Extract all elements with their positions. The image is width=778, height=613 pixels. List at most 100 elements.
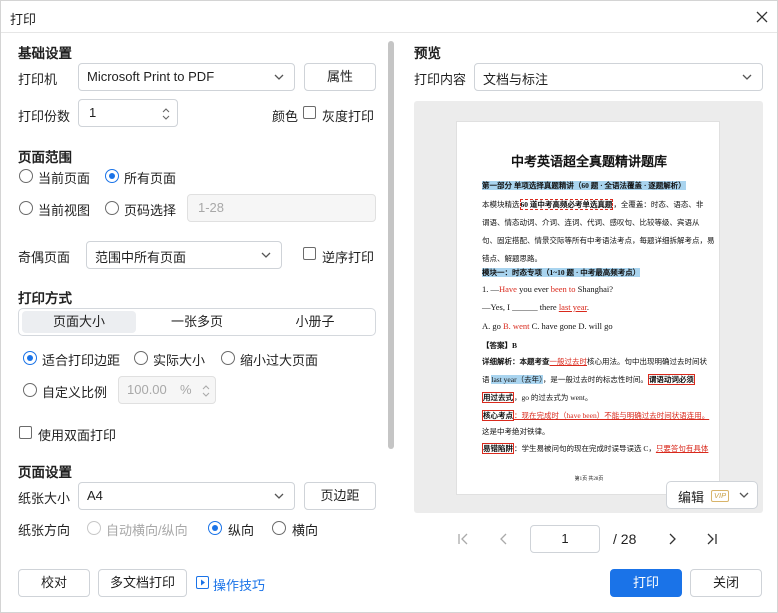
current-view-radio[interactable] — [19, 201, 33, 215]
orientation-label: 纸张方向 — [18, 523, 71, 538]
edit-label: 编辑 — [678, 490, 705, 505]
print-content-value: 文档与标注 — [483, 72, 549, 87]
reverse-label: 逆序打印 — [322, 250, 375, 265]
current-page-label: 当前页面 — [38, 171, 91, 186]
left-panel-scrollbar[interactable] — [388, 41, 394, 449]
doc-red-text: B. went — [503, 321, 530, 331]
doc-text: . — [586, 302, 590, 312]
chevron-down-icon — [261, 252, 271, 258]
doc-text: ：学生易被问句的现在完成时误导误选 C， — [514, 444, 656, 453]
custom-scale-label: 自定义比例 — [42, 385, 108, 400]
doc-box: 易错陷阱 — [482, 443, 514, 454]
stepper-arrows-icon[interactable] — [161, 105, 171, 123]
print-mode-title: 打印方式 — [18, 291, 72, 306]
stepper-arrows-icon[interactable] — [201, 382, 211, 400]
page-range-title: 页面范围 — [18, 150, 72, 165]
all-pages-label: 所有页面 — [124, 171, 177, 186]
scale-input[interactable]: 100.00 % — [118, 376, 216, 404]
grayscale-label: 灰度打印 — [322, 109, 375, 124]
doc-line-3: 谓语、情态动词、介词、连词、代词、感叹句、比较等级、宾语从 — [482, 218, 700, 227]
next-page-icon[interactable] — [665, 532, 679, 546]
all-pages-radio[interactable] — [105, 169, 119, 183]
paper-size-select[interactable]: A4 — [78, 482, 295, 510]
print-button[interactable]: 打印 — [610, 569, 682, 597]
print-dialog: 打印 基础设置 打印机 Microsoft Print to PDF 属性 打印… — [0, 0, 778, 613]
current-view-label: 当前视图 — [38, 203, 91, 218]
page-number-value: 1 — [561, 531, 569, 546]
doc-text: A. go — [482, 321, 504, 331]
doc-text: 本模块精选 — [482, 200, 520, 209]
printer-select[interactable]: Microsoft Print to PDF — [78, 63, 295, 91]
shrink-large-radio[interactable] — [221, 351, 235, 365]
doc-text: 核心用法。句中出现明确过去时间状 — [587, 357, 707, 366]
doc-title: 中考英语超全真题精讲题库 — [510, 154, 667, 169]
odd-even-label: 奇偶页面 — [18, 250, 71, 265]
current-page-radio[interactable] — [19, 169, 33, 183]
copies-value: 1 — [89, 105, 97, 120]
tab-page-size[interactable]: 页面大小 — [22, 311, 136, 333]
proofread-button[interactable]: 校对 — [18, 569, 90, 597]
page-select-radio[interactable] — [105, 201, 119, 215]
doc-text: ，go 的过去式为 went。 — [514, 393, 593, 402]
fit-margin-radio[interactable] — [23, 351, 37, 365]
page-range-input[interactable]: 1-28 — [187, 194, 376, 222]
chevron-down-icon — [274, 493, 284, 499]
page-total: / 28 — [613, 531, 637, 547]
doc-line-4: 句、固定搭配、情景交际等所有中考语法考点，每题详细拆解考点，易 — [482, 236, 715, 245]
shrink-large-label: 缩小过大页面 — [240, 353, 319, 368]
doc-text: ，全覆盖：时态、语态、非 — [613, 200, 704, 209]
paper-size-value: A4 — [87, 488, 103, 503]
actual-size-label: 实际大小 — [153, 353, 206, 368]
actual-size-radio[interactable] — [134, 351, 148, 365]
edit-button[interactable]: 编辑 VIP — [666, 481, 758, 509]
grayscale-checkbox[interactable] — [303, 106, 316, 119]
custom-scale-radio[interactable] — [23, 383, 37, 397]
preview-title: 预览 — [414, 46, 441, 61]
last-page-icon[interactable] — [705, 532, 719, 546]
close-button[interactable]: 关闭 — [690, 569, 762, 597]
orient-portrait-radio[interactable] — [208, 521, 222, 535]
scale-unit: % — [180, 382, 192, 397]
page-number-input[interactable]: 1 — [530, 525, 600, 553]
multi-doc-print-button[interactable]: 多文档打印 — [98, 569, 187, 597]
tab-multi-page[interactable]: 一张多页 — [140, 311, 254, 333]
vip-badge: VIP — [711, 490, 730, 502]
page-setup-title: 页面设置 — [18, 465, 72, 480]
doc-line-6: 模块一：时态专项（1~10 题 · 中考最高频考点） — [482, 268, 641, 277]
first-page-icon[interactable] — [456, 532, 470, 546]
print-mode-tabs: 页面大小 一张多页 小册子 — [18, 308, 376, 336]
reverse-checkbox[interactable] — [303, 247, 316, 260]
doc-box: 用过去式 — [482, 392, 514, 403]
odd-even-select[interactable]: 范围中所有页面 — [86, 241, 282, 269]
doc-text: 语 — [482, 375, 492, 384]
close-icon[interactable] — [751, 6, 773, 28]
orient-auto-radio[interactable] — [87, 521, 101, 535]
doc-text: you ever — [516, 284, 551, 294]
orient-auto-label: 自动横向/纵向 — [106, 523, 188, 538]
doc-box: 谓语动词必须 — [647, 374, 695, 385]
doc-red-text: 一般过去时 — [549, 357, 588, 366]
doc-text: 1. — — [482, 284, 499, 294]
duplex-checkbox[interactable] — [19, 426, 32, 439]
doc-text: Shanghai? — [575, 284, 614, 294]
duplex-label: 使用双面打印 — [38, 428, 117, 443]
doc-text: —Yes, I ______ there — [482, 302, 559, 312]
doc-red-text: last year — [558, 302, 587, 312]
doc-line-1: 第一部分 单项选择真题精讲（60 题 · 全语法覆盖 · 逐题解析） — [482, 181, 686, 190]
doc-box: 核心考点 — [482, 410, 514, 421]
doc-highlight: last year（去年） — [491, 375, 543, 384]
doc-line-5: 错点、解题思路。 — [482, 254, 542, 263]
margins-button[interactable]: 页边距 — [304, 482, 376, 510]
print-content-select[interactable]: 文档与标注 — [474, 63, 763, 91]
scale-value: 100.00 — [127, 382, 167, 397]
chevron-down-icon — [274, 74, 284, 80]
prev-page-icon[interactable] — [497, 532, 511, 546]
tab-booklet[interactable]: 小册子 — [258, 311, 372, 333]
play-video-icon[interactable] — [196, 576, 209, 589]
properties-button[interactable]: 属性 — [304, 63, 376, 91]
orient-landscape-radio[interactable] — [272, 521, 286, 535]
tips-link[interactable]: 操作技巧 — [213, 575, 265, 594]
doc-text: C. have gone D. will go — [529, 321, 613, 331]
basic-settings-title: 基础设置 — [18, 46, 72, 61]
copies-stepper[interactable]: 1 — [78, 99, 178, 127]
